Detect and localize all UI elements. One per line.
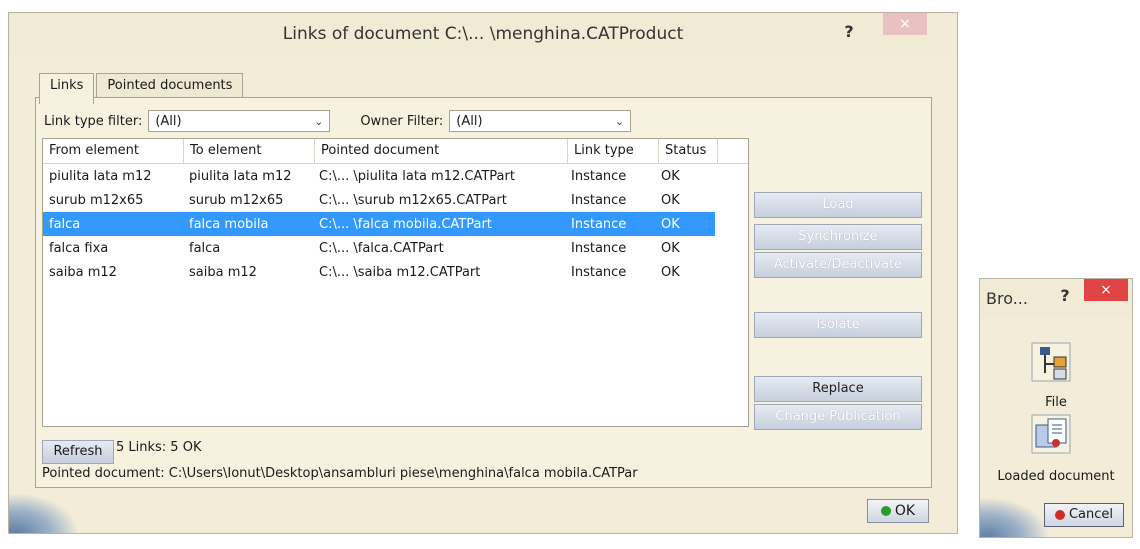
cell-pointed: C:\... \surub m12x65.CATPart <box>319 192 507 208</box>
file-label: File <box>1045 395 1067 410</box>
tab-links[interactable]: Links <box>39 73 95 104</box>
catia-swoosh-icon <box>980 497 1050 537</box>
cell-to: surub m12x65 <box>189 192 284 208</box>
help-button[interactable]: ? <box>836 21 862 43</box>
table-row[interactable]: piulita lata m12 piulita lata m12 C:\...… <box>43 164 748 188</box>
header-to-element[interactable]: To element <box>184 139 315 163</box>
links-panel: Link type filter: (All) ⌄ Owner Filter: … <box>35 97 932 488</box>
cell-link-type: Instance <box>571 216 627 232</box>
cell-from: falca fixa <box>49 240 109 256</box>
ok-button[interactable]: OK <box>867 499 929 523</box>
file-icon[interactable] <box>1030 341 1072 383</box>
isolate-button[interactable]: Isolate <box>754 312 922 338</box>
links-summary: 5 Links: 5 OK <box>116 440 202 455</box>
cancel-button[interactable]: Cancel <box>1044 503 1124 527</box>
cell-from: falca <box>49 216 81 232</box>
ok-label: OK <box>894 503 916 519</box>
link-type-filter-select[interactable]: (All) ⌄ <box>148 110 331 132</box>
cell-status: OK <box>661 264 680 280</box>
header-status[interactable]: Status <box>659 139 718 163</box>
cell-link-type: Instance <box>571 240 627 256</box>
cell-status: OK <box>661 168 680 184</box>
link-type-filter-label: Link type filter: <box>44 113 143 129</box>
filter-row: Link type filter: (All) ⌄ Owner Filter: … <box>44 110 632 132</box>
cell-from: surub m12x65 <box>49 192 144 208</box>
header-pointed-document[interactable]: Pointed document <box>315 139 568 163</box>
cancel-label: Cancel <box>1068 507 1114 522</box>
link-type-filter-value: (All) <box>155 113 182 129</box>
header-from-element[interactable]: From element <box>43 139 184 163</box>
cell-pointed: C:\... \piulita lata m12.CATPart <box>319 168 515 184</box>
table-row[interactable]: surub m12x65 surub m12x65 C:\... \surub … <box>43 188 748 212</box>
dialog-title: Links of document C:\... \menghina.CATPr… <box>282 24 684 44</box>
cell-to: falca mobila <box>189 216 269 232</box>
browse-dialog: Bro... ? × File Loaded document Cancel <box>979 278 1133 538</box>
cell-to: saiba m12 <box>189 264 257 280</box>
loaded-document-label: Loaded document <box>997 469 1115 484</box>
cell-link-type: Instance <box>571 168 627 184</box>
pointed-document-path: Pointed document: C:\Users\Ionut\Desktop… <box>42 466 638 481</box>
titlebar[interactable]: Links of document C:\... \menghina.CATPr… <box>9 13 957 55</box>
links-dialog: Links of document C:\... \menghina.CATPr… <box>8 12 958 534</box>
catia-swoosh-icon <box>9 493 79 533</box>
cell-status: OK <box>661 192 680 208</box>
change-publication-button[interactable]: Change Publication <box>754 404 922 430</box>
table-header: From element To element Pointed document… <box>43 139 748 164</box>
header-link-type[interactable]: Link type <box>568 139 659 163</box>
browse-title: Bro... <box>986 288 1028 308</box>
chevron-down-icon: ⌄ <box>314 114 324 128</box>
green-dot-icon <box>880 506 891 516</box>
cell-pointed: C:\... \falca.CATPart <box>319 240 444 256</box>
load-button[interactable]: Load <box>754 192 922 218</box>
close-button[interactable]: × <box>883 13 927 35</box>
browse-titlebar[interactable]: Bro... ? × <box>980 279 1132 317</box>
table-row[interactable]: saiba m12 saiba m12 C:\... \saiba m12.CA… <box>43 260 748 284</box>
chevron-down-icon: ⌄ <box>615 114 625 128</box>
cell-to: falca <box>189 240 221 256</box>
table-row-selected[interactable]: falca falca mobila C:\... \falca mobila.… <box>43 212 715 236</box>
cell-status: OK <box>661 216 680 232</box>
help-button[interactable]: ? <box>1052 285 1078 307</box>
cell-from: piulita lata m12 <box>49 168 152 184</box>
owner-filter-value: (All) <box>456 113 483 129</box>
cell-from: saiba m12 <box>49 264 117 280</box>
tab-pointed-documents[interactable]: Pointed documents <box>96 73 244 100</box>
cell-pointed: C:\... \saiba m12.CATPart <box>319 264 481 280</box>
cell-link-type: Instance <box>571 264 627 280</box>
cell-pointed: C:\... \falca mobila.CATPart <box>319 216 492 232</box>
replace-button[interactable]: Replace <box>754 376 922 402</box>
cell-link-type: Instance <box>571 192 627 208</box>
synchronize-button[interactable]: Synchronize <box>754 224 922 250</box>
loaded-document-icon[interactable] <box>1030 413 1072 455</box>
owner-filter-select[interactable]: (All) ⌄ <box>449 110 632 132</box>
cell-to: piulita lata m12 <box>189 168 292 184</box>
table-row[interactable]: falca fixa falca C:\... \falca.CATPart I… <box>43 236 748 260</box>
refresh-button[interactable]: Refresh <box>42 440 114 464</box>
close-button[interactable]: × <box>1084 279 1128 301</box>
owner-filter-label: Owner Filter: <box>360 113 444 129</box>
red-dot-icon <box>1054 509 1065 520</box>
cell-status: OK <box>661 240 680 256</box>
links-table: From element To element Pointed document… <box>42 138 749 427</box>
activate-deactivate-button[interactable]: Activate/Deactivate <box>754 252 922 278</box>
